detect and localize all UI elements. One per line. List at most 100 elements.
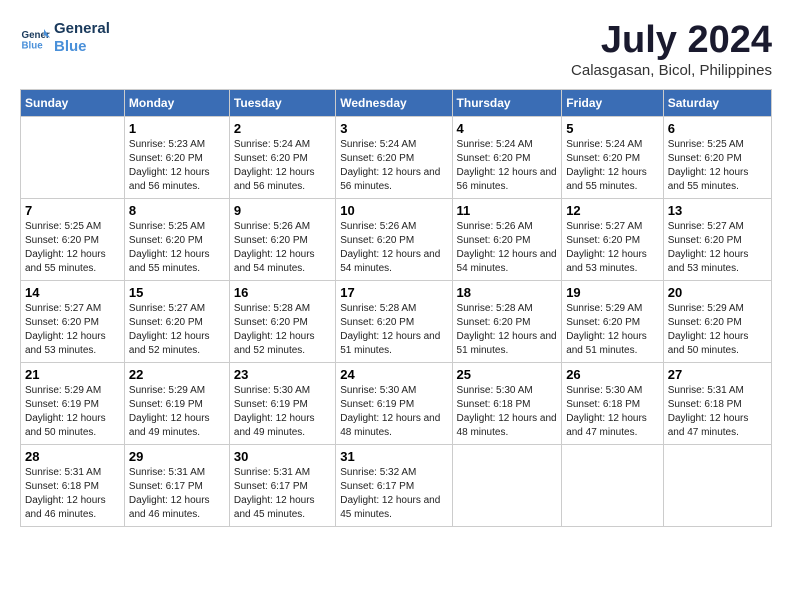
day-cell bbox=[21, 116, 125, 198]
title-area: July 2024 Calasgasan, Bicol, Philippines bbox=[571, 20, 772, 79]
day-info: Sunrise: 5:26 AMSunset: 6:20 PMDaylight:… bbox=[340, 221, 440, 274]
day-number: 10 bbox=[340, 203, 447, 218]
day-cell: 14 Sunrise: 5:27 AMSunset: 6:20 PMDaylig… bbox=[21, 280, 125, 362]
header-cell-thursday: Thursday bbox=[452, 89, 562, 116]
day-info: Sunrise: 5:31 AMSunset: 6:18 PMDaylight:… bbox=[668, 385, 749, 438]
day-info: Sunrise: 5:25 AMSunset: 6:20 PMDaylight:… bbox=[129, 221, 210, 274]
day-cell: 26 Sunrise: 5:30 AMSunset: 6:18 PMDaylig… bbox=[562, 362, 664, 444]
day-cell: 4 Sunrise: 5:24 AMSunset: 6:20 PMDayligh… bbox=[452, 116, 562, 198]
day-cell: 15 Sunrise: 5:27 AMSunset: 6:20 PMDaylig… bbox=[124, 280, 229, 362]
day-number: 23 bbox=[234, 367, 331, 382]
day-number: 26 bbox=[566, 367, 659, 382]
header-cell-sunday: Sunday bbox=[21, 89, 125, 116]
day-number: 9 bbox=[234, 203, 331, 218]
header-cell-tuesday: Tuesday bbox=[229, 89, 335, 116]
day-number: 12 bbox=[566, 203, 659, 218]
day-cell: 11 Sunrise: 5:26 AMSunset: 6:20 PMDaylig… bbox=[452, 198, 562, 280]
day-info: Sunrise: 5:30 AMSunset: 6:19 PMDaylight:… bbox=[234, 385, 315, 438]
day-cell: 8 Sunrise: 5:25 AMSunset: 6:20 PMDayligh… bbox=[124, 198, 229, 280]
day-cell: 5 Sunrise: 5:24 AMSunset: 6:20 PMDayligh… bbox=[562, 116, 664, 198]
day-number: 11 bbox=[457, 203, 558, 218]
day-info: Sunrise: 5:23 AMSunset: 6:20 PMDaylight:… bbox=[129, 139, 210, 192]
day-cell: 7 Sunrise: 5:25 AMSunset: 6:20 PMDayligh… bbox=[21, 198, 125, 280]
day-info: Sunrise: 5:28 AMSunset: 6:20 PMDaylight:… bbox=[234, 303, 315, 356]
logo-line1: General bbox=[54, 20, 110, 38]
day-number: 14 bbox=[25, 285, 120, 300]
day-cell: 21 Sunrise: 5:29 AMSunset: 6:19 PMDaylig… bbox=[21, 362, 125, 444]
day-cell: 12 Sunrise: 5:27 AMSunset: 6:20 PMDaylig… bbox=[562, 198, 664, 280]
day-number: 18 bbox=[457, 285, 558, 300]
day-number: 15 bbox=[129, 285, 225, 300]
logo-icon: General Blue bbox=[20, 23, 50, 53]
day-cell: 1 Sunrise: 5:23 AMSunset: 6:20 PMDayligh… bbox=[124, 116, 229, 198]
header-cell-saturday: Saturday bbox=[663, 89, 771, 116]
day-number: 21 bbox=[25, 367, 120, 382]
day-info: Sunrise: 5:25 AMSunset: 6:20 PMDaylight:… bbox=[668, 139, 749, 192]
day-cell: 3 Sunrise: 5:24 AMSunset: 6:20 PMDayligh… bbox=[336, 116, 452, 198]
day-cell: 18 Sunrise: 5:28 AMSunset: 6:20 PMDaylig… bbox=[452, 280, 562, 362]
day-info: Sunrise: 5:24 AMSunset: 6:20 PMDaylight:… bbox=[566, 139, 647, 192]
day-number: 6 bbox=[668, 121, 767, 136]
day-cell bbox=[663, 444, 771, 526]
day-cell: 16 Sunrise: 5:28 AMSunset: 6:20 PMDaylig… bbox=[229, 280, 335, 362]
day-number: 24 bbox=[340, 367, 447, 382]
day-number: 8 bbox=[129, 203, 225, 218]
day-info: Sunrise: 5:31 AMSunset: 6:18 PMDaylight:… bbox=[25, 467, 106, 520]
day-cell: 10 Sunrise: 5:26 AMSunset: 6:20 PMDaylig… bbox=[336, 198, 452, 280]
day-info: Sunrise: 5:29 AMSunset: 6:19 PMDaylight:… bbox=[25, 385, 106, 438]
day-info: Sunrise: 5:29 AMSunset: 6:19 PMDaylight:… bbox=[129, 385, 210, 438]
day-cell: 31 Sunrise: 5:32 AMSunset: 6:17 PMDaylig… bbox=[336, 444, 452, 526]
day-cell: 6 Sunrise: 5:25 AMSunset: 6:20 PMDayligh… bbox=[663, 116, 771, 198]
day-info: Sunrise: 5:28 AMSunset: 6:20 PMDaylight:… bbox=[340, 303, 440, 356]
header-cell-friday: Friday bbox=[562, 89, 664, 116]
day-number: 2 bbox=[234, 121, 331, 136]
day-cell: 20 Sunrise: 5:29 AMSunset: 6:20 PMDaylig… bbox=[663, 280, 771, 362]
day-cell: 29 Sunrise: 5:31 AMSunset: 6:17 PMDaylig… bbox=[124, 444, 229, 526]
day-info: Sunrise: 5:31 AMSunset: 6:17 PMDaylight:… bbox=[129, 467, 210, 520]
header-cell-monday: Monday bbox=[124, 89, 229, 116]
day-info: Sunrise: 5:30 AMSunset: 6:18 PMDaylight:… bbox=[566, 385, 647, 438]
header-row: SundayMondayTuesdayWednesdayThursdayFrid… bbox=[21, 89, 772, 116]
day-number: 22 bbox=[129, 367, 225, 382]
week-row-3: 14 Sunrise: 5:27 AMSunset: 6:20 PMDaylig… bbox=[21, 280, 772, 362]
day-info: Sunrise: 5:30 AMSunset: 6:18 PMDaylight:… bbox=[457, 385, 557, 438]
day-number: 4 bbox=[457, 121, 558, 136]
logo: General Blue General Blue bbox=[20, 20, 110, 56]
header-cell-wednesday: Wednesday bbox=[336, 89, 452, 116]
day-info: Sunrise: 5:27 AMSunset: 6:20 PMDaylight:… bbox=[129, 303, 210, 356]
day-cell: 25 Sunrise: 5:30 AMSunset: 6:18 PMDaylig… bbox=[452, 362, 562, 444]
day-info: Sunrise: 5:27 AMSunset: 6:20 PMDaylight:… bbox=[668, 221, 749, 274]
day-info: Sunrise: 5:31 AMSunset: 6:17 PMDaylight:… bbox=[234, 467, 315, 520]
day-info: Sunrise: 5:26 AMSunset: 6:20 PMDaylight:… bbox=[457, 221, 557, 274]
day-number: 13 bbox=[668, 203, 767, 218]
day-cell: 23 Sunrise: 5:30 AMSunset: 6:19 PMDaylig… bbox=[229, 362, 335, 444]
day-number: 17 bbox=[340, 285, 447, 300]
day-info: Sunrise: 5:29 AMSunset: 6:20 PMDaylight:… bbox=[566, 303, 647, 356]
day-info: Sunrise: 5:24 AMSunset: 6:20 PMDaylight:… bbox=[457, 139, 557, 192]
week-row-5: 28 Sunrise: 5:31 AMSunset: 6:18 PMDaylig… bbox=[21, 444, 772, 526]
day-number: 31 bbox=[340, 449, 447, 464]
day-cell: 13 Sunrise: 5:27 AMSunset: 6:20 PMDaylig… bbox=[663, 198, 771, 280]
day-info: Sunrise: 5:28 AMSunset: 6:20 PMDaylight:… bbox=[457, 303, 557, 356]
day-info: Sunrise: 5:29 AMSunset: 6:20 PMDaylight:… bbox=[668, 303, 749, 356]
day-cell bbox=[452, 444, 562, 526]
day-info: Sunrise: 5:32 AMSunset: 6:17 PMDaylight:… bbox=[340, 467, 440, 520]
month-title: July 2024 bbox=[571, 20, 772, 62]
day-cell: 28 Sunrise: 5:31 AMSunset: 6:18 PMDaylig… bbox=[21, 444, 125, 526]
day-cell bbox=[562, 444, 664, 526]
header: General Blue General Blue July 2024 Cala… bbox=[20, 20, 772, 79]
day-info: Sunrise: 5:30 AMSunset: 6:19 PMDaylight:… bbox=[340, 385, 440, 438]
day-cell: 27 Sunrise: 5:31 AMSunset: 6:18 PMDaylig… bbox=[663, 362, 771, 444]
day-cell: 19 Sunrise: 5:29 AMSunset: 6:20 PMDaylig… bbox=[562, 280, 664, 362]
day-info: Sunrise: 5:27 AMSunset: 6:20 PMDaylight:… bbox=[25, 303, 106, 356]
day-number: 25 bbox=[457, 367, 558, 382]
day-cell: 24 Sunrise: 5:30 AMSunset: 6:19 PMDaylig… bbox=[336, 362, 452, 444]
week-row-2: 7 Sunrise: 5:25 AMSunset: 6:20 PMDayligh… bbox=[21, 198, 772, 280]
day-info: Sunrise: 5:26 AMSunset: 6:20 PMDaylight:… bbox=[234, 221, 315, 274]
week-row-4: 21 Sunrise: 5:29 AMSunset: 6:19 PMDaylig… bbox=[21, 362, 772, 444]
day-info: Sunrise: 5:25 AMSunset: 6:20 PMDaylight:… bbox=[25, 221, 106, 274]
day-info: Sunrise: 5:24 AMSunset: 6:20 PMDaylight:… bbox=[340, 139, 440, 192]
logo-line2: Blue bbox=[54, 38, 110, 56]
week-row-1: 1 Sunrise: 5:23 AMSunset: 6:20 PMDayligh… bbox=[21, 116, 772, 198]
day-number: 1 bbox=[129, 121, 225, 136]
